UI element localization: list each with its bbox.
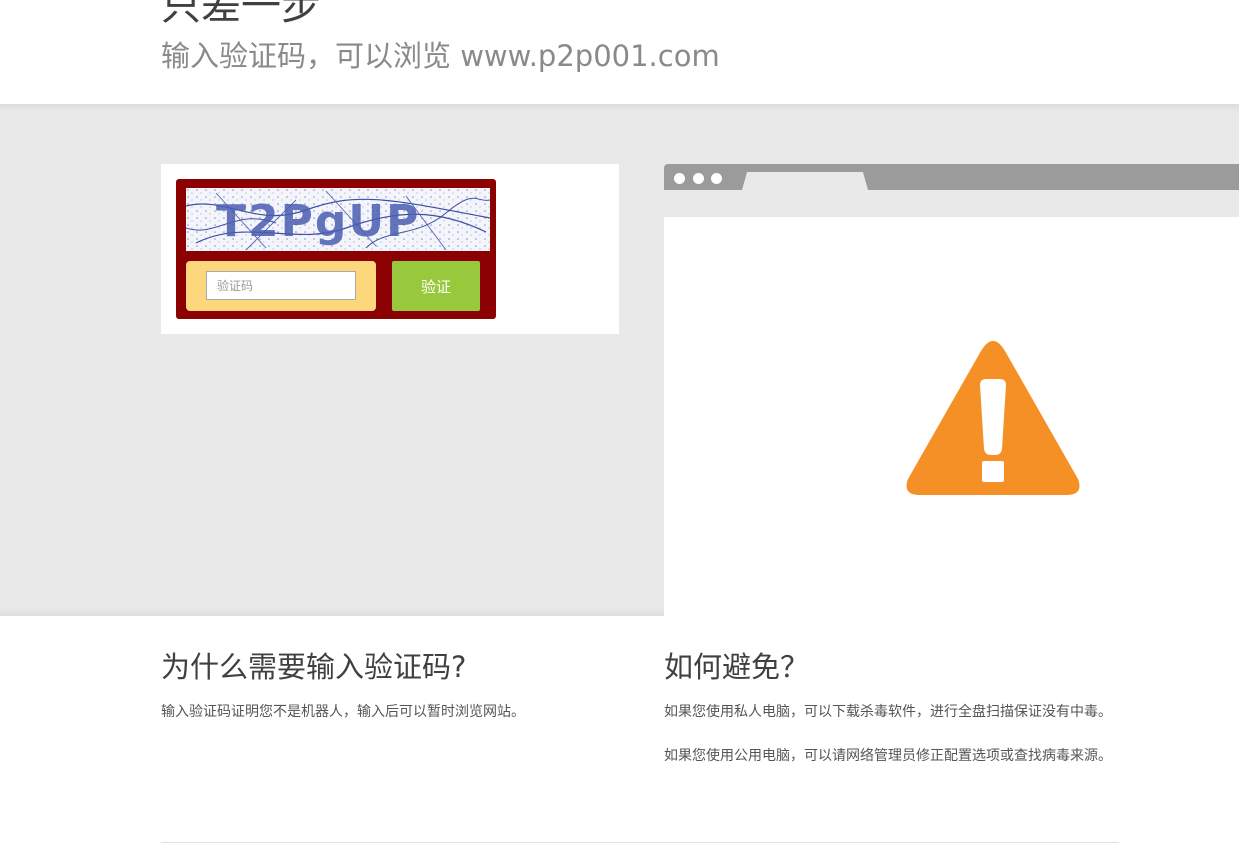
how-text-public: 如果您使用公用电脑，可以请网络管理员修正配置选项或查找病毒来源。 — [664, 748, 1112, 764]
how-heading: 如何避免？ — [664, 650, 810, 684]
browser-toolbar — [664, 190, 1239, 217]
browser-tab — [742, 172, 868, 190]
how-text-private: 如果您使用私人电脑，可以下载杀毒软件，进行全盘扫描保证没有中毒。 — [664, 704, 1112, 720]
captcha-input-wrap — [186, 261, 376, 311]
why-section: 为什么需要输入验证码? 输入验证码证明您不是机器人，输入后可以暂时浏览网站。 — [161, 645, 619, 723]
browser-body — [664, 217, 1239, 616]
captcha-image[interactable]: T2PgUP — [186, 188, 490, 251]
window-dot-icon — [711, 173, 722, 184]
captcha-glyphs: T2PgUP — [216, 196, 420, 247]
warning-triangle-icon — [906, 341, 1080, 495]
window-dot-icon — [693, 173, 704, 184]
captcha-input[interactable] — [206, 271, 356, 300]
verify-button[interactable]: 验证 — [392, 261, 480, 311]
captcha-image-graphic: T2PgUP — [186, 188, 490, 251]
page-title: 只差一步 — [161, 0, 321, 29]
browser-titlebar — [664, 164, 1239, 190]
captcha-card: T2PgUP 验证 — [161, 164, 619, 334]
page-header: 只差一步 输入验证码，可以浏览 www.p2p001.com — [0, 0, 1239, 104]
how-section: 如何避免？ 如果您使用私人电脑，可以下载杀毒软件，进行全盘扫描保证没有中毒。 如… — [664, 645, 1122, 767]
browser-mockup — [664, 164, 1239, 616]
why-heading: 为什么需要输入验证码? — [161, 650, 467, 684]
footer-divider — [161, 842, 1119, 843]
why-text: 输入验证码证明您不是机器人，输入后可以暂时浏览网站。 — [161, 704, 525, 720]
captcha-form: T2PgUP 验证 — [176, 179, 496, 319]
window-dot-icon — [674, 173, 685, 184]
page-subtitle: 输入验证码，可以浏览 www.p2p001.com — [161, 39, 720, 73]
